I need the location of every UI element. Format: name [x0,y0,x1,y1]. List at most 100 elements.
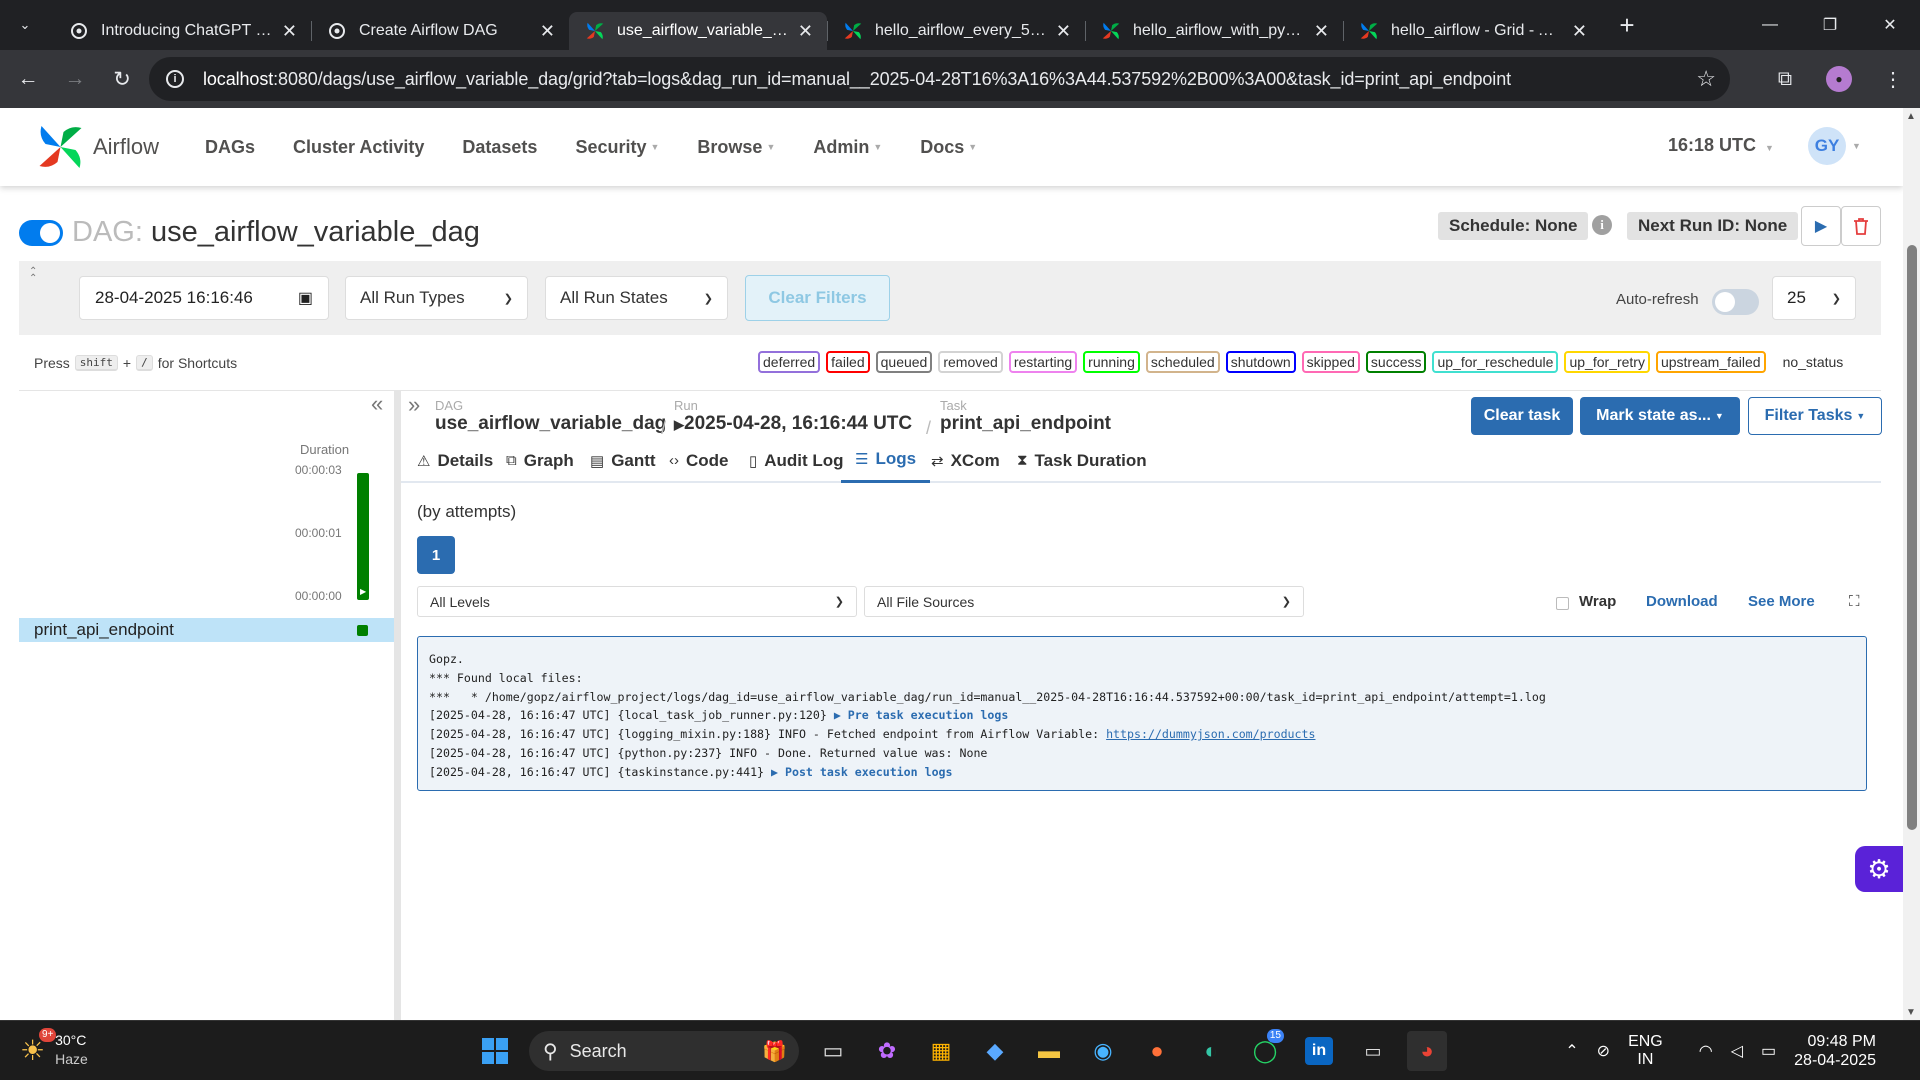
app-icon[interactable]: ◉ [1083,1031,1123,1071]
weather-widget[interactable]: ☀ 9+ 30°C Haze [20,1028,88,1069]
task-view-icon[interactable]: ▭ [813,1031,853,1071]
attempt-1-button[interactable]: 1 [417,536,455,574]
clock-date[interactable]: 09:48 PM 28-04-2025 [1794,1032,1894,1070]
run-states-select[interactable]: All Run States ❯ [545,276,728,320]
firefox-icon[interactable]: ● [1137,1031,1177,1071]
minimize-icon[interactable]: — [1740,0,1800,50]
chrome-icon[interactable]: ◕ [1407,1031,1447,1071]
calendar-icon[interactable]: ▣ [298,288,313,308]
legend-up-for-retry[interactable]: up_for_retry [1564,351,1650,373]
wifi-icon[interactable]: ◠ [1699,1041,1713,1061]
address-bar[interactable]: i localhost:8080/dags/use_airflow_variab… [149,57,1730,101]
reload-icon[interactable]: ↻ [103,60,141,98]
breadcrumb-dag[interactable]: DAG use_airflow_variable_dag [435,398,666,435]
taskbar-search[interactable]: ⚲ Search 🎁 [529,1031,799,1071]
restore-icon[interactable]: ❐ [1800,0,1860,50]
browser-tab[interactable]: hello_airflow - Grid - Airflo ✕ [1343,12,1601,50]
collapse-up-icon[interactable]: ⌃ ⌃ [29,267,37,284]
copilot-icon[interactable]: ✿ [867,1031,907,1071]
wrap-label[interactable]: Wrap [1579,593,1616,610]
nav-item-admin[interactable]: Admin ▼ [813,137,882,158]
nav-item-browse[interactable]: Browse ▼ [697,137,775,158]
tab-logs[interactable]: ☰ Logs [841,438,931,483]
language-indicator[interactable]: ENG IN [1628,1033,1681,1069]
task-row[interactable]: print_api_endpoint [19,618,394,642]
scroll-thumb[interactable] [1907,245,1917,830]
edge-icon[interactable]: ◐ [1191,1031,1231,1071]
wrap-checkbox[interactable] [1556,597,1569,610]
tab-search-icon[interactable]: ⌄ [7,7,43,43]
store-icon[interactable]: ▦ [921,1031,961,1071]
collapse-grid-icon[interactable]: « [371,391,383,417]
info-icon[interactable]: i [1592,215,1612,235]
expand-grid-icon[interactable]: » [408,392,420,418]
browser-tab[interactable]: hello_airflow_every_5_minu ✕ [827,12,1085,50]
tab-close-icon[interactable]: ✕ [540,21,555,42]
tab-audit-log[interactable]: ▯ Audit Log [749,438,844,483]
browser-tab[interactable]: Introducing ChatGPT | Ope ✕ [53,12,311,50]
task-instance-square[interactable] [357,625,368,636]
date-input[interactable]: 28-04-2025 16:16:46 ▣ [79,276,329,320]
delete-dag-button[interactable] [1841,206,1881,246]
fullscreen-icon[interactable]: ⛶ [1849,593,1860,610]
breadcrumb-task[interactable]: Task print_api_endpoint [940,398,1111,435]
settings-gear-icon[interactable]: ⚙ [1855,846,1903,892]
legend-failed[interactable]: failed [826,351,870,373]
terminal-icon[interactable]: ▭ [1353,1031,1393,1071]
scroll-down-icon[interactable]: ▼ [1906,1007,1916,1018]
legend-skipped[interactable]: skipped [1301,351,1360,373]
nav-item-security[interactable]: Security ▼ [575,137,659,158]
dag-pause-toggle[interactable] [19,220,63,246]
airflow-logo[interactable]: Airflow [37,124,187,170]
tab-task-duration[interactable]: ⧗ Task Duration [1017,438,1147,483]
clock[interactable]: 16:18 UTC ▼ [1668,135,1774,156]
see-more-button[interactable]: See More [1748,593,1815,610]
browser-tab[interactable]: hello_airflow_with_python_ ✕ [1085,12,1343,50]
run-count-select[interactable]: 25 ❯ [1772,276,1856,320]
scroll-up-icon[interactable]: ▲ [1906,111,1916,122]
network-off-icon[interactable]: ⊘ [1597,1041,1610,1061]
forward-icon[interactable]: → [56,60,94,98]
tab-close-icon[interactable]: ✕ [282,21,297,42]
trigger-dag-button[interactable]: ▶ [1801,206,1841,246]
breadcrumb-run[interactable]: Run ▶2025-04-28, 16:16:44 UTC [674,398,912,435]
run-types-select[interactable]: All Run Types ❯ [345,276,528,320]
tab-details[interactable]: ⚠ Details [417,438,493,483]
nav-item-docs[interactable]: Docs ▼ [920,137,977,158]
close-window-icon[interactable]: ✕ [1860,0,1920,50]
linkedin-icon[interactable]: in [1305,1037,1333,1065]
chevron-down-icon[interactable]: ▼ [1852,141,1861,151]
nav-item-datasets[interactable]: Datasets [462,137,537,158]
legend-success[interactable]: success [1365,351,1427,373]
tray-overflow-icon[interactable]: ⌃ [1565,1041,1578,1061]
volume-icon[interactable]: ◁ [1731,1041,1743,1061]
legend-no-status[interactable]: no_status [1778,351,1849,373]
profile-avatar-icon[interactable]: ● [1826,66,1852,92]
browser-menu-icon[interactable]: ⋮ [1866,67,1920,92]
legend-running[interactable]: running [1083,351,1140,373]
new-tab-icon[interactable]: + [1609,7,1645,43]
run-duration-bar[interactable] [357,473,369,600]
clear-filters-button[interactable]: Clear Filters [745,275,890,321]
file-explorer-icon[interactable]: ▬ [1029,1031,1069,1071]
tab-close-icon[interactable]: ✕ [798,21,813,42]
legend-shutdown[interactable]: shutdown [1225,351,1296,373]
user-avatar[interactable]: GY [1808,127,1846,165]
tab-code[interactable]: ‹› Code [669,438,729,483]
whatsapp-icon[interactable]: ◯ 15 [1245,1029,1285,1071]
tab-close-icon[interactable]: ✕ [1314,21,1329,42]
browser-tab[interactable]: use_airflow_variable_dag - ✕ [569,12,827,50]
filter-tasks-button[interactable]: Filter Tasks ▼ [1748,397,1882,435]
pane-splitter[interactable] [394,391,401,1020]
page-scrollbar[interactable]: ▲ ▼ [1903,108,1920,1020]
legend-restarting[interactable]: restarting [1008,351,1078,373]
start-icon[interactable] [475,1031,515,1071]
mark-state-button[interactable]: Mark state as... ▼ [1580,397,1740,435]
log-group-toggle[interactable]: ▶ Pre task execution logs [834,708,1009,722]
browser-tab[interactable]: Create Airflow DAG ✕ [311,12,569,50]
nav-item-cluster-activity[interactable]: Cluster Activity [293,137,424,158]
site-info-icon[interactable]: i [166,70,184,88]
clear-task-button[interactable]: Clear task [1471,397,1573,435]
legend-upstream-failed[interactable]: upstream_failed [1655,351,1766,373]
app-icon[interactable]: ◆ [975,1031,1015,1071]
